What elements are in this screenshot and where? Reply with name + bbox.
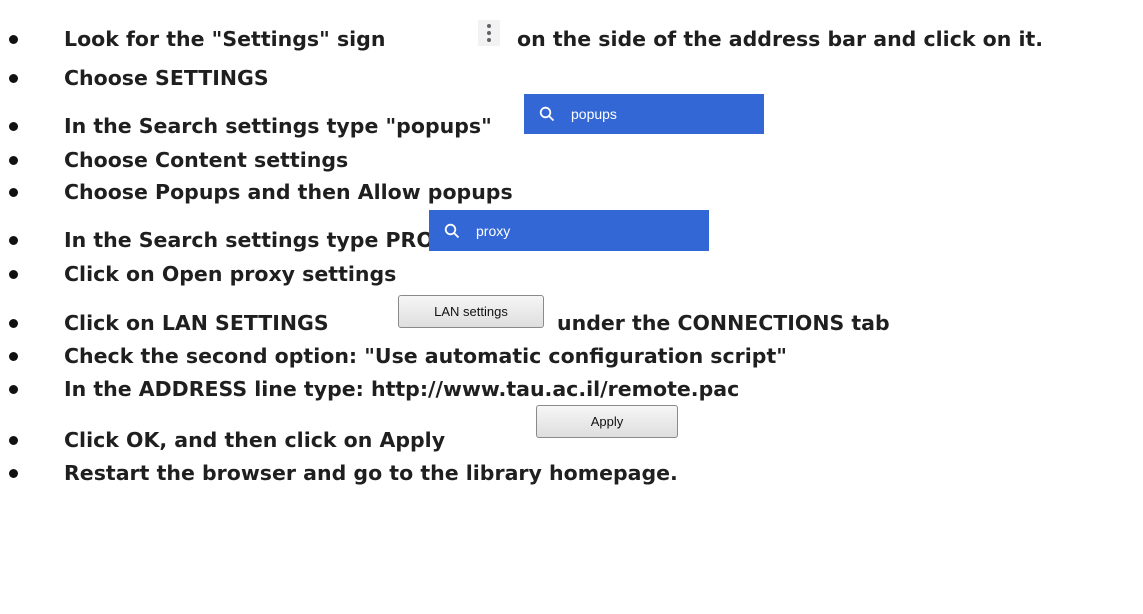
step-text-before: Look for the "Settings" sign — [64, 27, 386, 51]
instruction-step-5: Choose Popups and then Allow popups — [0, 177, 1143, 207]
bullet — [9, 319, 18, 328]
bullet — [9, 188, 18, 197]
instruction-step-10: In the ADDRESS line type: http://www.tau… — [0, 374, 1143, 404]
instruction-step-11: Click OK, and then click on Apply Apply — [0, 405, 1143, 455]
step-text: In the Search settings type "popups" — [64, 114, 492, 138]
bullet — [9, 385, 18, 394]
bullet — [9, 352, 18, 361]
instruction-step-3: In the Search settings type "popups" pop… — [0, 94, 1143, 141]
bullet — [9, 436, 18, 445]
bullet — [9, 74, 18, 83]
search-icon — [444, 223, 460, 238]
step-text: Choose Popups and then Allow popups — [64, 180, 513, 204]
step-text-before: Click on LAN SETTINGS — [64, 311, 329, 335]
instruction-step-1: Look for the "Settings" sign on the side… — [0, 20, 1143, 54]
step-text: In the ADDRESS line type: http://www.tau… — [64, 377, 740, 401]
instruction-step-2: Choose SETTINGS — [0, 63, 1143, 93]
bullet — [9, 35, 18, 44]
instruction-step-4: Choose Content settings — [0, 145, 1143, 175]
vertical-dots-icon — [478, 20, 500, 46]
bullet — [9, 156, 18, 165]
step-text: Click OK, and then click on Apply — [64, 428, 446, 452]
instruction-step-12: Restart the browser and go to the librar… — [0, 458, 1143, 488]
step-text: Check the second option: "Use automatic … — [64, 344, 787, 368]
step-text: Choose Content settings — [64, 148, 349, 172]
step-text-after: under the CONNECTIONS tab — [557, 311, 890, 335]
search-query: popups — [571, 106, 617, 122]
instruction-step-8: Click on LAN SETTINGS LAN settings under… — [0, 295, 1143, 338]
search-query: proxy — [476, 222, 511, 239]
step-text: In the Search settings type PROXY — [64, 228, 464, 252]
bullet — [9, 270, 18, 279]
step-text: Choose SETTINGS — [64, 66, 269, 90]
search-icon — [539, 106, 555, 122]
instruction-step-7: Click on Open proxy settings — [0, 259, 1143, 289]
step-text: Restart the browser and go to the librar… — [64, 461, 678, 485]
instruction-step-9: Check the second option: "Use automatic … — [0, 341, 1143, 371]
search-settings-proxy: proxy — [429, 210, 709, 251]
instruction-step-6: In the Search settings type PROXY proxy — [0, 210, 1143, 255]
bullet — [9, 236, 18, 245]
step-text-after: on the side of the address bar and click… — [517, 27, 1044, 51]
bullet — [9, 122, 18, 131]
step-text: Click on Open proxy settings — [64, 262, 397, 286]
bullet — [9, 469, 18, 478]
apply-button-image: Apply — [536, 405, 678, 438]
lan-settings-button-image: LAN settings — [398, 295, 544, 328]
search-settings-popups: popups — [524, 94, 764, 134]
